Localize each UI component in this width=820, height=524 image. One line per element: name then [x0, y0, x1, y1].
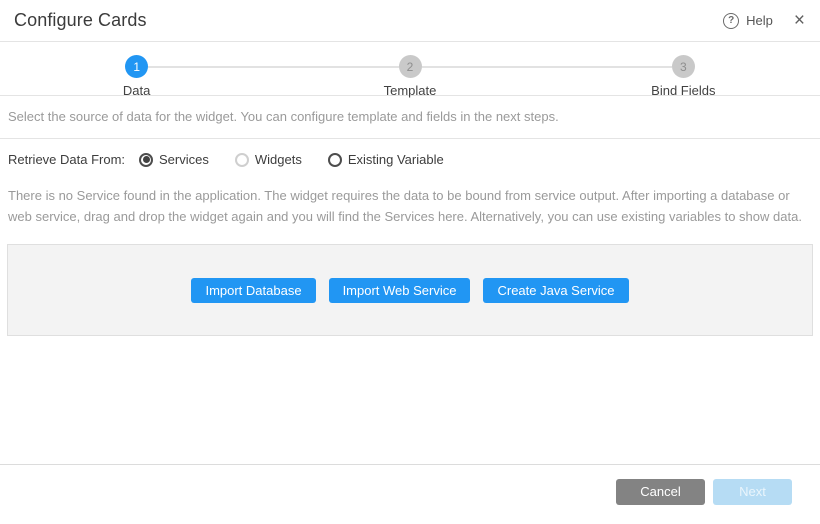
step-circle: 2 [399, 55, 422, 78]
step-connector-left [273, 66, 398, 68]
page-title: Configure Cards [14, 10, 147, 31]
create-java-service-button[interactable]: Create Java Service [483, 278, 628, 303]
radio-option-existing-variable[interactable]: Existing Variable [328, 152, 444, 167]
step-data[interactable]: 1 Data [0, 55, 273, 95]
step-row: 1 [0, 55, 273, 78]
import-database-button[interactable]: Import Database [191, 278, 315, 303]
step-bind-fields[interactable]: 3 Bind Fields [547, 55, 820, 95]
service-actions-panel: Import Database Import Web Service Creat… [7, 244, 813, 336]
retrieve-data-label: Retrieve Data From: [8, 152, 139, 167]
step-connector-left [547, 66, 672, 68]
step-circle: 1 [125, 55, 148, 78]
help-icon: ? [723, 13, 739, 29]
step-connector-right [148, 66, 273, 68]
close-icon[interactable]: × [794, 11, 805, 30]
step-description-text: Select the source of data for the widget… [0, 96, 820, 139]
next-button[interactable]: Next [713, 479, 792, 505]
no-service-info-text: There is no Service found in the applica… [8, 185, 810, 227]
step-template[interactable]: 2 Template [273, 55, 546, 95]
step-connector-right [422, 66, 547, 68]
radio-unselected-icon [328, 153, 342, 167]
radio-option-services[interactable]: Services [139, 152, 209, 167]
dialog-header: Configure Cards ? Help × [0, 0, 820, 42]
step-row: 2 [273, 55, 546, 78]
help-button[interactable]: ? Help [723, 13, 773, 29]
configure-cards-dialog: Configure Cards ? Help × 1 Data 2 Tem [0, 0, 820, 524]
radio-disabled-icon [235, 153, 249, 167]
radio-label: Existing Variable [348, 152, 444, 167]
help-label: Help [746, 13, 773, 28]
retrieve-data-row: Retrieve Data From: Services Widgets Exi… [0, 139, 820, 167]
content-spacer [0, 336, 820, 464]
data-source-radio-group: Services Widgets Existing Variable [139, 152, 470, 167]
step-row: 3 [547, 55, 820, 78]
cancel-button[interactable]: Cancel [616, 479, 705, 505]
wizard-stepper: 1 Data 2 Template 3 Bind Fields [0, 42, 820, 96]
radio-label: Widgets [255, 152, 302, 167]
dialog-footer: Cancel Next [0, 464, 820, 524]
step-circle: 3 [672, 55, 695, 78]
radio-option-widgets[interactable]: Widgets [235, 152, 302, 167]
radio-selected-icon [139, 153, 153, 167]
radio-label: Services [159, 152, 209, 167]
import-web-service-button[interactable]: Import Web Service [329, 278, 471, 303]
header-actions: ? Help × [723, 11, 805, 30]
